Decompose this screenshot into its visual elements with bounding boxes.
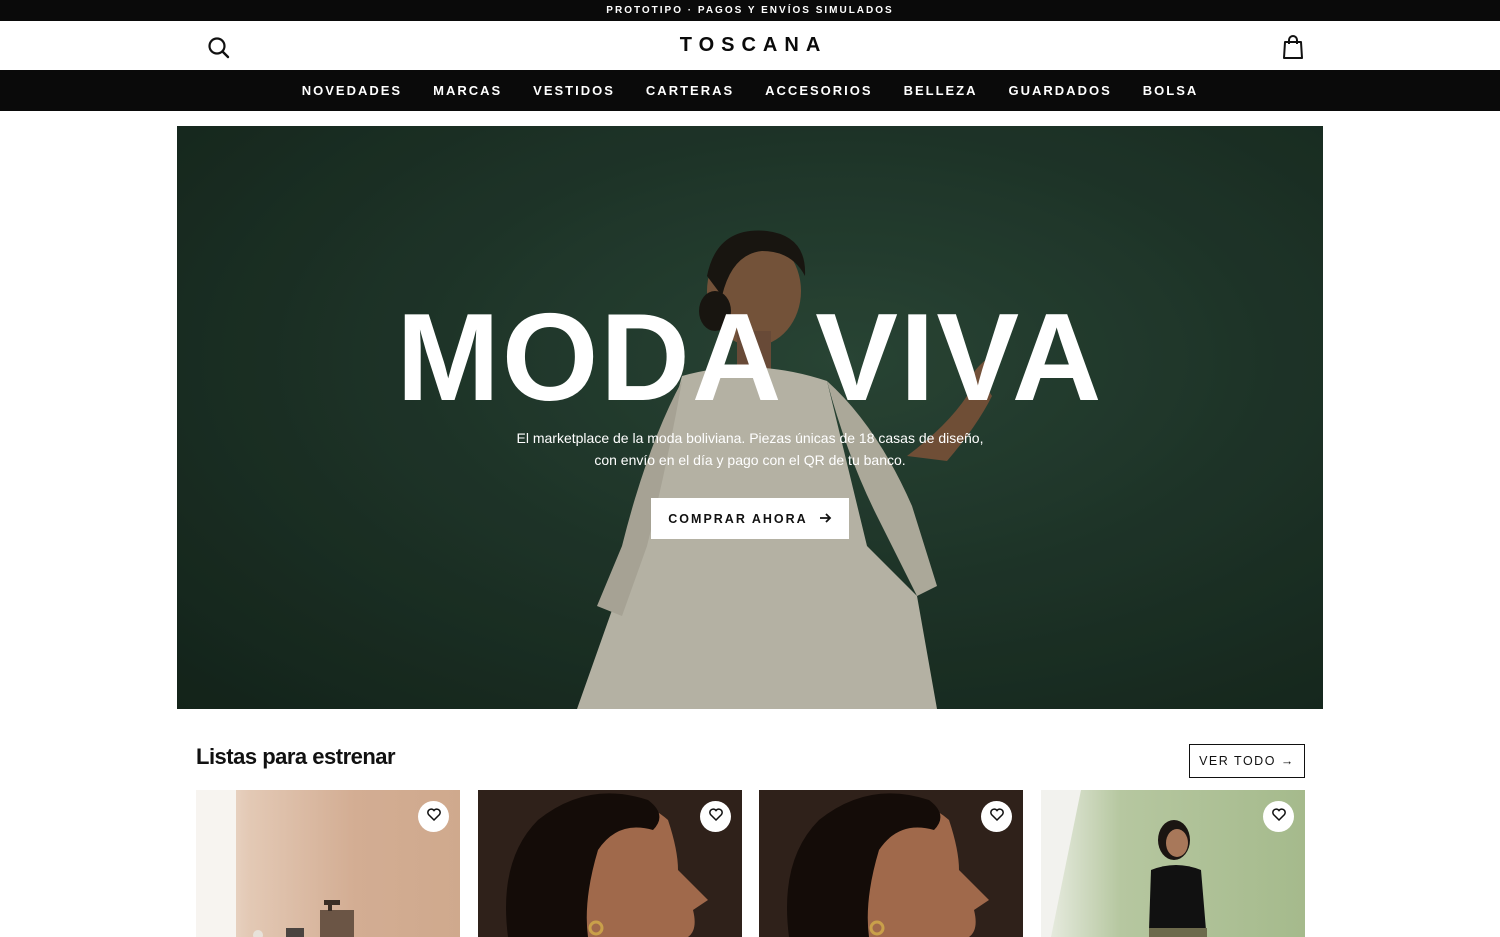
nav-item-bolsa[interactable]: BOLSA <box>1127 83 1214 98</box>
section-title: Listas para estrenar <box>196 744 396 769</box>
nav-item-guardados[interactable]: GUARDADOS <box>993 83 1127 98</box>
hero-banner: MODA VIVA El marketplace de la moda boli… <box>177 126 1323 709</box>
favorite-button[interactable] <box>418 801 449 832</box>
heart-icon <box>708 807 723 826</box>
hero-subtitle-line-2: con envío en el día y pago con el QR de … <box>594 452 906 468</box>
nav-item-carteras[interactable]: CARTERAS <box>630 83 749 98</box>
nav-item-belleza[interactable]: BELLEZA <box>888 83 993 98</box>
nav-item-marcas[interactable]: MARCAS <box>418 83 518 98</box>
product-card[interactable] <box>196 790 460 937</box>
view-all-button[interactable]: VER TODO → <box>1189 744 1305 778</box>
site-header: TOSCANA <box>0 21 1500 70</box>
heart-icon <box>1271 807 1286 826</box>
heart-icon <box>426 807 441 826</box>
shop-now-button[interactable]: COMPRAR AHORA <box>651 498 849 539</box>
announcement-bar: PROTOTIPO · PAGOS Y ENVÍOS SIMULADOS <box>0 0 1500 21</box>
hero-title: MODA VIVA <box>396 289 1104 427</box>
nav-item-novedades[interactable]: NOVEDADES <box>286 83 417 98</box>
announcement-text: PROTOTIPO · PAGOS Y ENVÍOS SIMULADOS <box>606 5 894 16</box>
nav-item-vestidos[interactable]: VESTIDOS <box>518 83 631 98</box>
product-card[interactable] <box>759 790 1023 937</box>
favorite-button[interactable] <box>700 801 731 832</box>
arrow-right-icon <box>819 512 832 526</box>
favorite-button[interactable] <box>1263 801 1294 832</box>
product-card[interactable] <box>478 790 742 937</box>
brand-logo[interactable]: TOSCANA <box>0 34 1500 57</box>
hero-subtitle-line-1: El marketplace de la moda boliviana. Pie… <box>516 430 984 446</box>
product-card[interactable] <box>1041 790 1305 937</box>
heart-icon <box>989 807 1004 826</box>
nav-item-accesorios[interactable]: ACCESORIOS <box>750 83 888 98</box>
shop-now-label: COMPRAR AHORA <box>668 511 808 526</box>
main-nav: NOVEDADES MARCAS VESTIDOS CARTERAS ACCES… <box>0 70 1500 111</box>
favorite-button[interactable] <box>981 801 1012 832</box>
hero-subtitle: El marketplace de la moda boliviana. Pie… <box>177 427 1323 471</box>
shopping-bag-icon[interactable] <box>1281 34 1305 60</box>
